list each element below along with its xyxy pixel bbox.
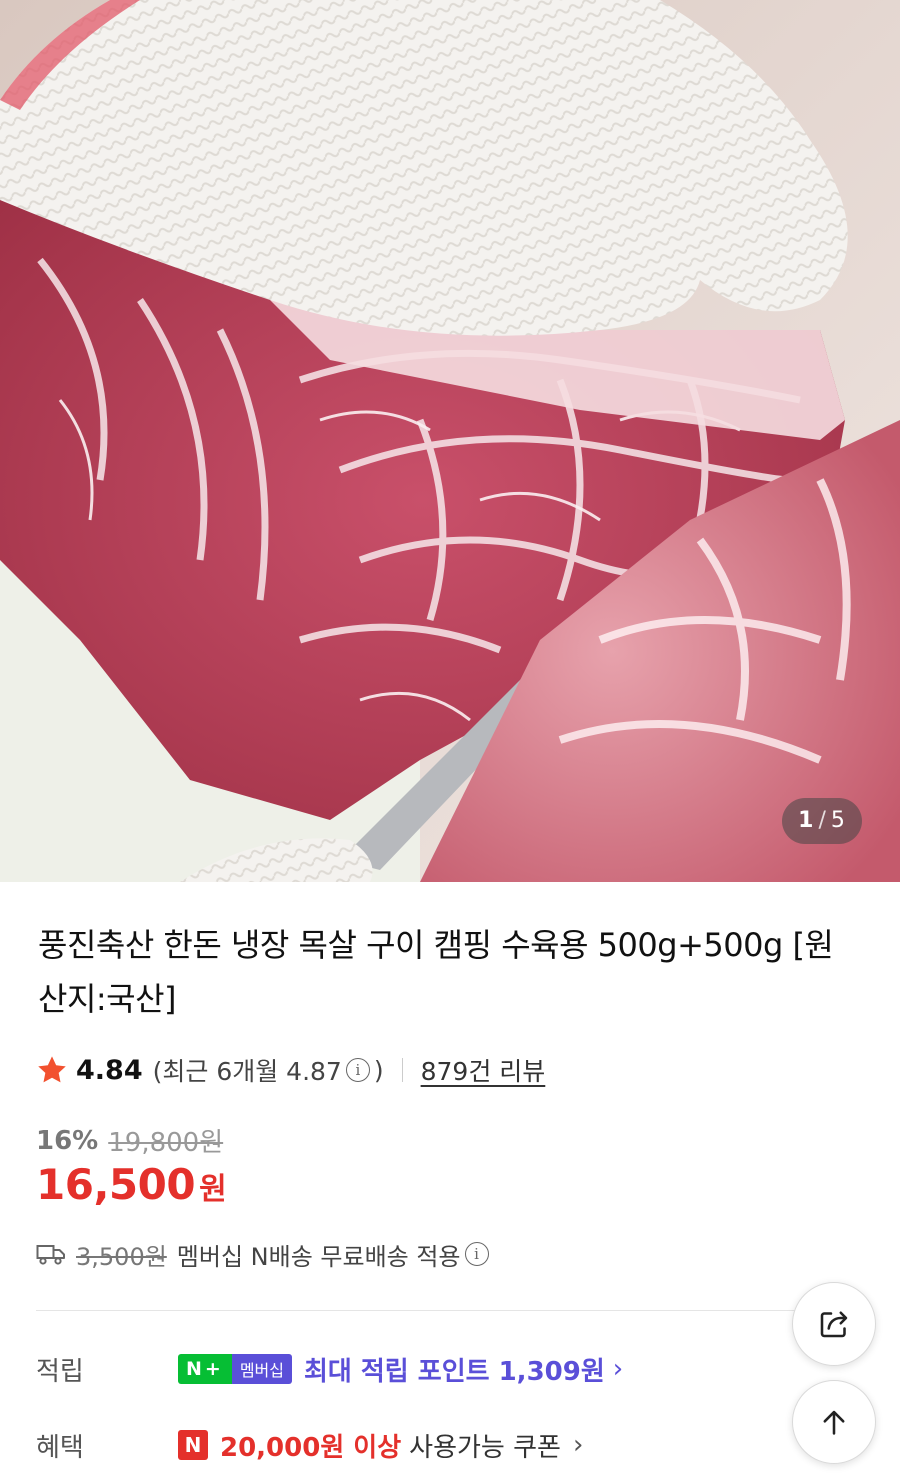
star-icon bbox=[38, 1056, 66, 1083]
membership-pill: 멤버십 bbox=[231, 1354, 292, 1384]
share-button[interactable] bbox=[792, 1282, 876, 1366]
original-price: 19,800원 bbox=[108, 1128, 224, 1158]
coupon-text: 사용가능 쿠폰 bbox=[409, 1432, 561, 1463]
info-icon[interactable]: i bbox=[464, 1242, 489, 1266]
image-counter: 1/5 bbox=[782, 798, 862, 844]
coupon-minimum: 20,000원 이상 bbox=[220, 1432, 402, 1463]
recent-rating-text: (최근 6개월 4.87 bbox=[152, 1057, 342, 1086]
benefit-label: 혜택 bbox=[36, 1432, 84, 1463]
discount-row: 16% 19,800원 bbox=[36, 1122, 223, 1159]
chevron-right-icon: › bbox=[572, 1430, 584, 1460]
rating-divider bbox=[401, 1058, 403, 1082]
npay-membership-badge: N + 멤버십 bbox=[178, 1354, 292, 1384]
npay-n: N bbox=[186, 1358, 205, 1380]
product-photo-meat bbox=[0, 0, 900, 882]
arrow-up-icon bbox=[823, 1410, 845, 1435]
max-points-text: 최대 적립 포인트 1,309원 bbox=[304, 1356, 605, 1387]
rating-score: 4.84 bbox=[76, 1054, 143, 1086]
info-icon[interactable]: i bbox=[345, 1058, 370, 1082]
sale-price: 16,500 bbox=[36, 1160, 196, 1209]
product-image[interactable]: 1/5 bbox=[0, 0, 900, 882]
product-title: 풍진축산 한돈 냉장 목살 구이 캠핑 수육용 500g+500g [원산지:국… bbox=[38, 926, 834, 1018]
section-divider bbox=[36, 1310, 862, 1311]
shipping-text: 멤버십 N배송 무료배송 적용 bbox=[176, 1242, 461, 1271]
chevron-right-icon: › bbox=[612, 1354, 624, 1384]
rating-row: 4.84 (최근 6개월 4.87 i ) 879건 리뷰 bbox=[36, 1050, 545, 1090]
coupon-row[interactable]: 혜택 N 20,000원 이상 사용가능 쿠폰 › bbox=[36, 1420, 583, 1470]
naver-coupon-badge: N bbox=[178, 1430, 208, 1460]
currency-unit: 원 bbox=[199, 1172, 227, 1207]
review-count-link[interactable]: 879건 리뷰 bbox=[421, 1052, 546, 1088]
discount-rate: 16% bbox=[36, 1125, 99, 1156]
points-label: 적립 bbox=[36, 1356, 84, 1387]
image-counter-current: 1 bbox=[798, 808, 815, 833]
npay-plus: + bbox=[204, 1358, 224, 1380]
image-counter-separator: / bbox=[818, 808, 827, 833]
image-counter-total: 5 bbox=[830, 808, 846, 833]
share-icon bbox=[820, 1311, 848, 1338]
truck-icon bbox=[36, 1245, 65, 1265]
shipping-row: 3,500원 멤버십 N배송 무료배송 적용 i bbox=[36, 1234, 493, 1274]
shipping-original-fee: 3,500원 bbox=[76, 1242, 167, 1271]
recent-rating: (최근 6개월 4.87 i ) bbox=[153, 1052, 384, 1088]
recent-rating-close: ) bbox=[373, 1055, 384, 1085]
npay-plus-logo: N + bbox=[178, 1354, 232, 1384]
points-row[interactable]: 적립 N + 멤버십 최대 적립 포인트 1,309원 › bbox=[36, 1344, 623, 1394]
sale-price-row: 16,500 원 bbox=[36, 1160, 227, 1209]
scroll-top-button[interactable] bbox=[792, 1380, 876, 1464]
